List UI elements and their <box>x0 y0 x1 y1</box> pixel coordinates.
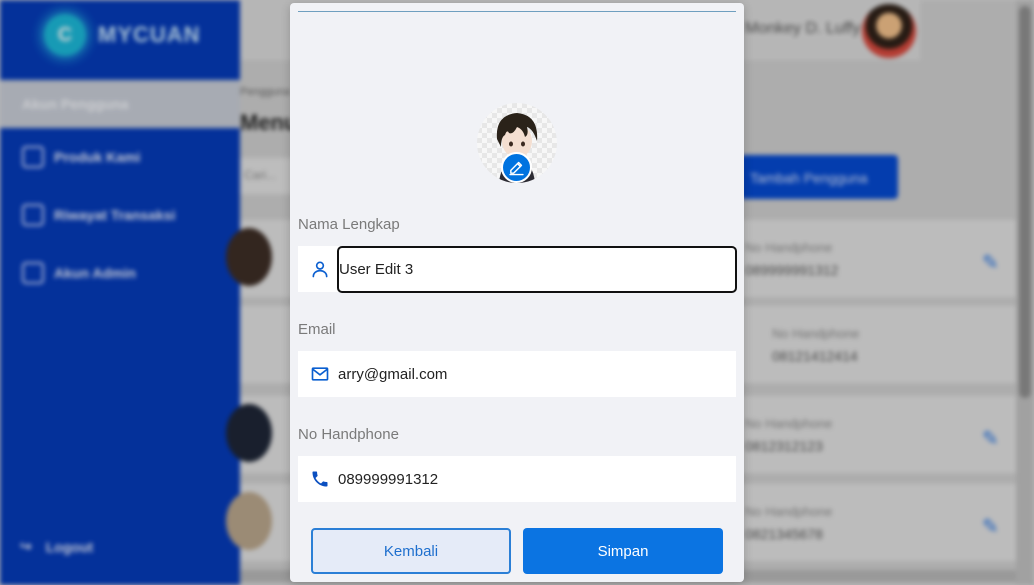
phone-field <box>298 456 736 502</box>
email-field <box>298 351 736 397</box>
email-label: Email <box>298 321 336 338</box>
back-button[interactable]: Kembali <box>311 528 511 574</box>
user-icon <box>312 261 328 278</box>
pencil-icon <box>509 161 524 176</box>
phone-label: No Handphone <box>298 426 399 443</box>
save-button[interactable]: Simpan <box>523 528 723 574</box>
modal-divider <box>298 11 736 12</box>
name-input[interactable] <box>337 246 737 293</box>
name-label: Nama Lengkap <box>298 216 400 233</box>
edit-user-modal: Nama Lengkap Email No Handphone Kembali … <box>290 3 744 582</box>
avatar-edit-button[interactable] <box>501 152 532 183</box>
profile-avatar <box>477 103 557 183</box>
phone-input[interactable] <box>338 456 736 502</box>
mail-icon <box>311 367 329 381</box>
phone-icon <box>312 471 328 487</box>
email-input[interactable] <box>338 351 736 397</box>
name-field <box>298 246 737 293</box>
